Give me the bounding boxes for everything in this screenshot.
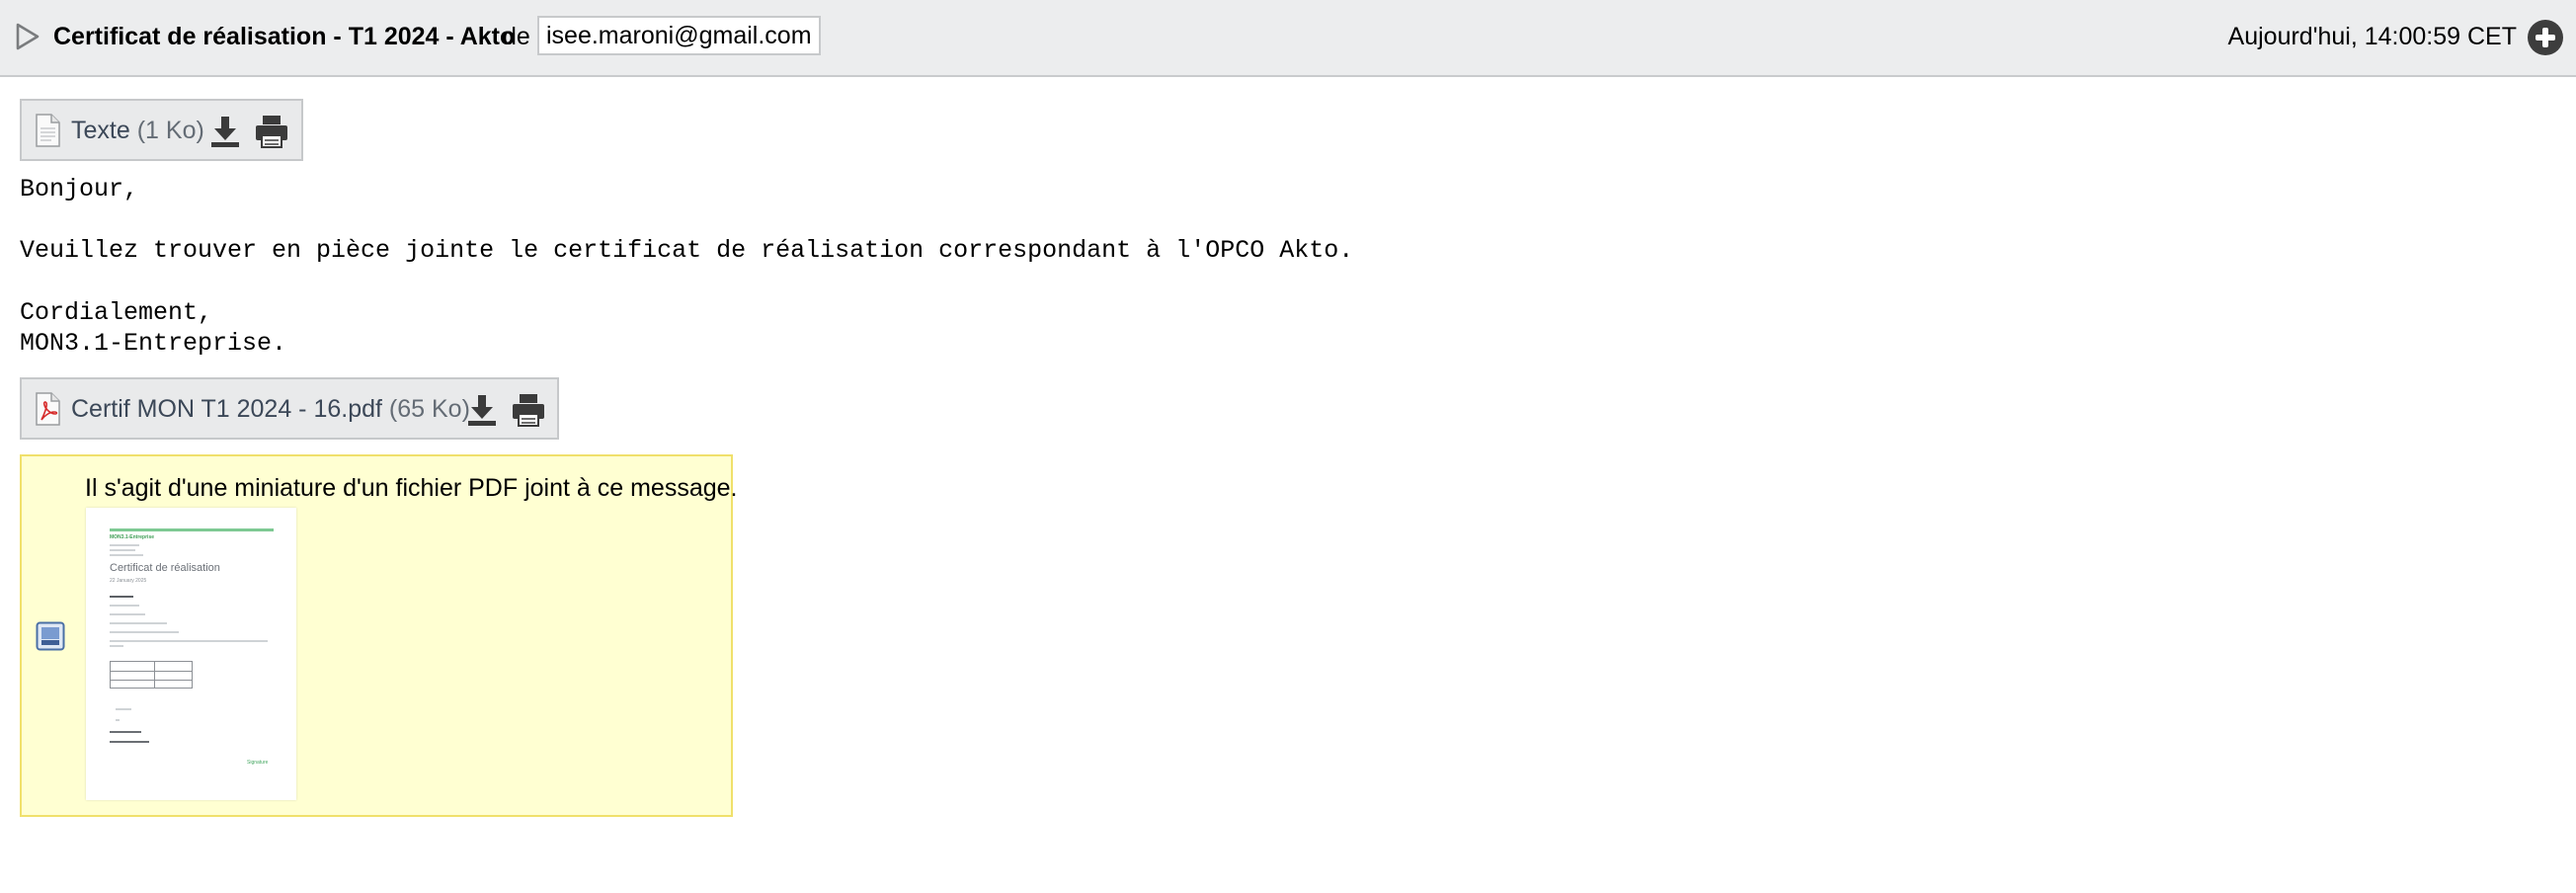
thumb-text-line: [110, 549, 135, 551]
text-file-icon: [36, 114, 60, 147]
thumb-brand: MON3.1-Entreprise: [110, 534, 155, 540]
pdf-thumbnail[interactable]: MON3.1-Entreprise Certificat de réalisat…: [86, 508, 296, 800]
image-icon[interactable]: [36, 621, 65, 651]
body-line: Veuillez trouver en pièce jointe le cert…: [20, 236, 1354, 266]
attachment-label[interactable]: Texte (1 Ko): [71, 116, 204, 145]
thumb-text-line: [110, 640, 268, 642]
download-icon[interactable]: [464, 392, 500, 428]
sender-address[interactable]: isee.maroni@gmail.com: [537, 16, 821, 55]
print-icon[interactable]: [254, 114, 289, 149]
pdf-file-icon: [36, 392, 60, 426]
attachment-size: (1 Ko): [136, 117, 204, 144]
thumb-text-line: [116, 719, 120, 721]
message-header: Certificat de réalisation - T1 2024 - Ak…: [0, 0, 2576, 77]
thumb-text-line: [110, 596, 133, 598]
thumb-table-rule: [111, 680, 192, 681]
triangle-right-icon[interactable]: [14, 22, 41, 51]
preview-note: Il s'agit d'une miniature d'un fichier P…: [85, 474, 738, 502]
thumb-text-line: [110, 622, 167, 624]
from-label: de: [503, 23, 530, 50]
thumb-table-rule: [154, 662, 155, 688]
message-date: Aujourd'hui, 14:00:59 CET: [2227, 23, 2517, 50]
thumb-table: [110, 661, 193, 689]
thumb-subtitle: 22 January 2025: [110, 578, 147, 584]
thumb-top-rule: [110, 528, 274, 531]
body-line: [20, 267, 1353, 297]
thumb-text-line: [110, 605, 139, 607]
attachment-size: (65 Ko): [388, 395, 470, 423]
message-subject: Certificat de réalisation - T1 2024 - Ak…: [53, 23, 516, 50]
body-line: MON3.1-Entreprise.: [20, 328, 287, 358]
thumb-text-line: [110, 741, 149, 743]
body-line: Cordialement,: [20, 297, 213, 327]
thumb-text-line: [110, 613, 145, 615]
thumb-text-line: [110, 645, 123, 647]
attachment-pdf[interactable]: Certif MON T1 2024 - 16.pdf (65 Ko): [20, 377, 559, 440]
thumb-text-line: [110, 631, 179, 633]
attachment-text[interactable]: Texte (1 Ko): [20, 99, 303, 161]
thumb-text-line: [110, 554, 143, 556]
message-body: Bonjour, Veuillez trouver en pièce jointe…: [20, 174, 1353, 359]
thumb-signature: Signature: [247, 760, 269, 766]
thumb-text-line: [110, 731, 141, 733]
attachment-filename[interactable]: Texte: [71, 117, 130, 144]
pdf-preview-panel: Il s'agit d'une miniature d'un fichier P…: [20, 454, 737, 817]
thumb-text-line: [116, 708, 131, 710]
body-line: [20, 204, 1353, 235]
attachment-filename[interactable]: Certif MON T1 2024 - 16.pdf: [71, 395, 382, 423]
thumb-table-rule: [111, 671, 192, 672]
print-icon[interactable]: [511, 392, 546, 428]
thumb-text-line: [110, 544, 139, 546]
attachment-label[interactable]: Certif MON T1 2024 - 16.pdf (65 Ko): [71, 394, 470, 424]
body-line: Bonjour,: [20, 175, 139, 203]
download-icon[interactable]: [207, 114, 243, 149]
thumb-title: Certificat de réalisation: [110, 562, 220, 574]
plus-circle-icon[interactable]: [2528, 20, 2563, 55]
